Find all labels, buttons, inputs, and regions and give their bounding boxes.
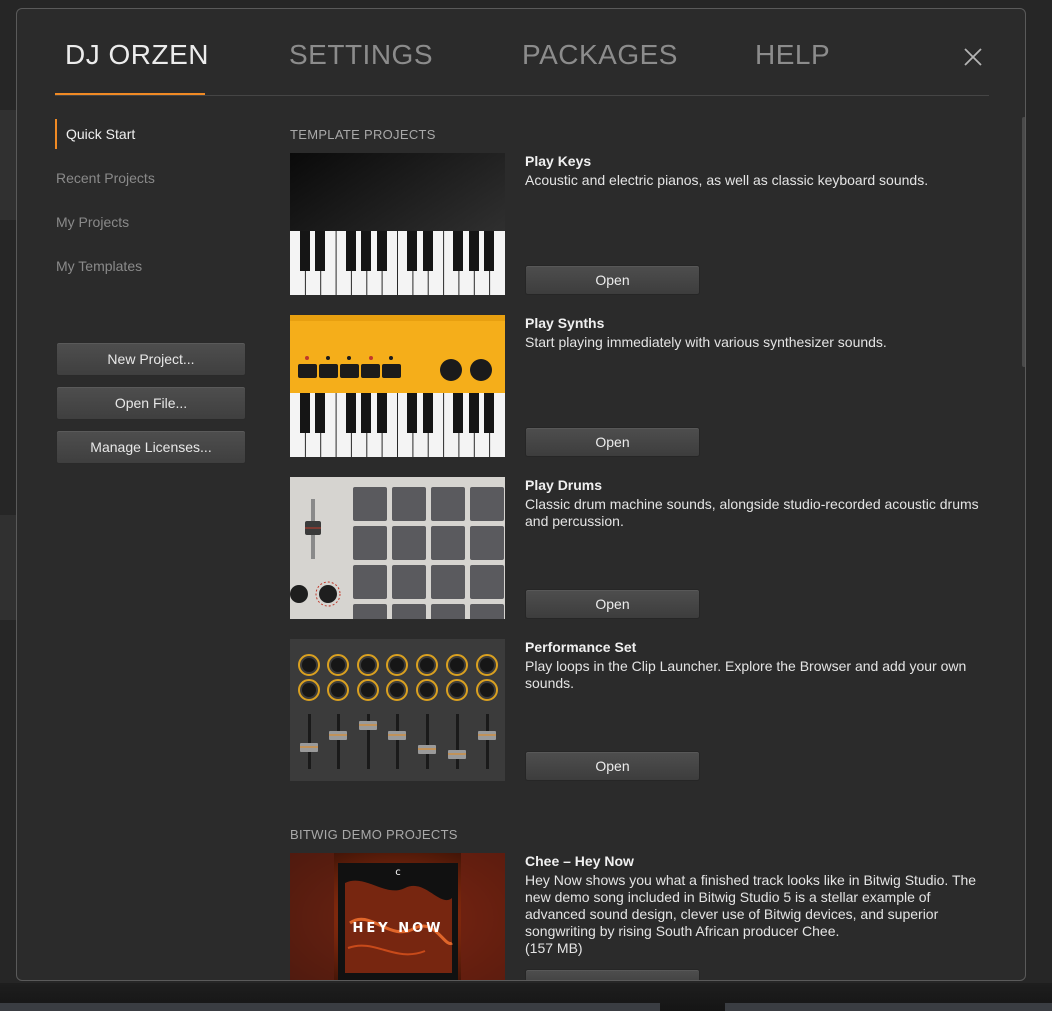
project-description: Hey Now shows you what a finished track … xyxy=(525,872,990,957)
tab-packages[interactable]: PACKAGES xyxy=(522,39,678,71)
tab-help[interactable]: HELP xyxy=(755,39,830,71)
template-play-drums: Play Drums Classic drum machine sounds, … xyxy=(290,477,990,621)
content-scrollbar[interactable] xyxy=(1022,117,1025,367)
hey-now-cover: c HEY NOW xyxy=(290,853,505,980)
open-play-synths-button[interactable]: Open xyxy=(525,427,700,457)
performance-set-thumbnail xyxy=(290,639,505,781)
open-performance-set-button[interactable]: Open xyxy=(525,751,700,781)
project-name: Play Drums xyxy=(525,477,603,493)
template-play-synths: Play Synths Start playing immediately wi… xyxy=(290,315,990,459)
project-description: Classic drum machine sounds, alongside s… xyxy=(525,496,979,529)
open-file-button[interactable]: Open File... xyxy=(56,386,246,420)
project-description-text: Hey Now shows you what a finished track … xyxy=(525,872,977,939)
demo-chee-hey-now: c HEY NOW Chee – Hey Now Hey Now shows y… xyxy=(290,853,990,980)
open-hey-now-button[interactable] xyxy=(525,969,700,980)
hey-now-cover-logo: c xyxy=(395,867,401,878)
play-synths-thumbnail xyxy=(290,315,505,457)
sidebar-item-recent-projects[interactable]: Recent Projects xyxy=(55,163,255,193)
dashboard-dialog: DJ ORZEN SETTINGS PACKAGES HELP Quick St… xyxy=(16,8,1026,981)
play-keys-thumbnail xyxy=(290,153,505,295)
tab-settings[interactable]: SETTINGS xyxy=(289,39,433,71)
top-navigation: DJ ORZEN SETTINGS PACKAGES HELP xyxy=(17,9,1025,97)
template-play-keys: Play Keys Acoustic and electric pianos, … xyxy=(290,153,990,297)
project-description: Play loops in the Clip Launcher. Explore… xyxy=(525,658,967,691)
project-description: Acoustic and electric pianos, as well as… xyxy=(525,172,929,188)
project-name: Performance Set xyxy=(525,639,637,655)
template-projects-heading: TEMPLATE PROJECTS xyxy=(290,127,436,142)
tab-dj-orzen[interactable]: DJ ORZEN xyxy=(65,39,209,71)
project-name: Play Keys xyxy=(525,153,592,169)
demo-projects-heading: BITWIG DEMO PROJECTS xyxy=(290,827,458,842)
sidebar-item-my-projects[interactable]: My Projects xyxy=(55,207,255,237)
sidebar-item-my-templates[interactable]: My Templates xyxy=(55,251,255,281)
hey-now-cover-text: HEY NOW xyxy=(353,921,444,936)
close-icon[interactable] xyxy=(961,45,985,69)
new-project-button[interactable]: New Project... xyxy=(56,342,246,376)
project-size: (157 MB) xyxy=(525,940,583,956)
backdrop-bottom-bar xyxy=(0,983,1052,1011)
project-name: Chee – Hey Now xyxy=(525,853,634,869)
project-description: Start playing immediately with various s… xyxy=(525,334,887,350)
header-divider xyxy=(55,95,989,96)
manage-licenses-button[interactable]: Manage Licenses... xyxy=(56,430,246,464)
play-drums-thumbnail xyxy=(290,477,505,619)
sidebar-item-quick-start[interactable]: Quick Start xyxy=(55,119,255,149)
sidebar: Quick Start Recent Projects My Projects … xyxy=(55,119,255,295)
open-play-drums-button[interactable]: Open xyxy=(525,589,700,619)
project-name: Play Synths xyxy=(525,315,605,331)
template-performance-set: Performance Set Play loops in the Clip L… xyxy=(290,639,990,783)
open-play-keys-button[interactable]: Open xyxy=(525,265,700,295)
